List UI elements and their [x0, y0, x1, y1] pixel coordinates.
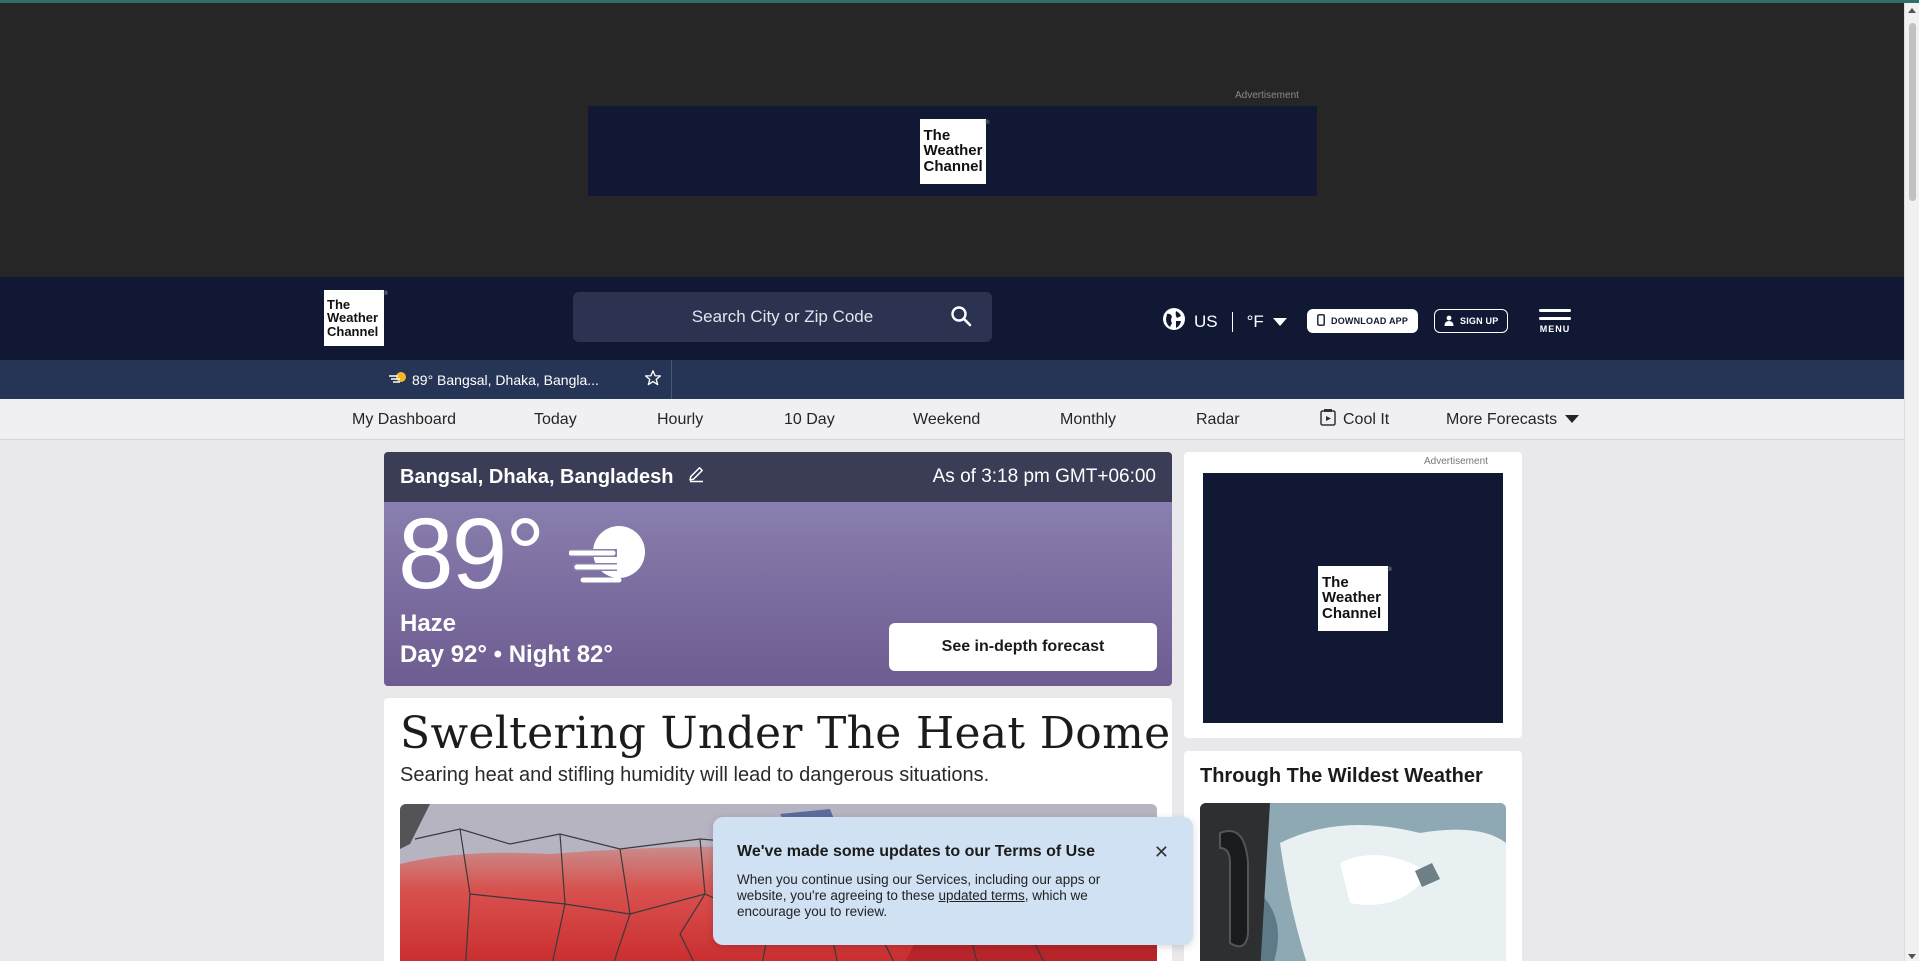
chevron-down-icon — [1272, 312, 1288, 332]
ad-label: Advertisement — [1235, 90, 1299, 101]
toast-title: We've made some updates to our Terms of … — [737, 843, 1095, 860]
edit-icon[interactable] — [687, 465, 705, 489]
download-app-button[interactable]: DOWNLOAD APP — [1307, 309, 1419, 333]
divider — [1231, 311, 1233, 332]
search-input[interactable] — [642, 307, 923, 327]
nav-my-dashboard[interactable]: My Dashboard — [352, 399, 456, 440]
as-of-timestamp: As of 3:18 pm GMT+06:00 — [932, 466, 1156, 487]
nav-today[interactable]: Today — [534, 399, 577, 440]
nav-weekend[interactable]: Weekend — [913, 399, 980, 440]
region-label: US — [1194, 311, 1218, 331]
cool-it-icon — [1320, 408, 1336, 431]
updated-terms-link[interactable]: updated terms — [938, 888, 1024, 903]
globe-icon — [1162, 307, 1186, 336]
recent-locations-bar: 89° Bangsal, Dhaka, Bangla... — [0, 360, 1904, 399]
nav-radar[interactable]: Radar — [1196, 399, 1240, 440]
site-header: The Weather Channel ® US °F DOWNLOAD APP… — [0, 277, 1904, 360]
chevron-down-icon — [1564, 411, 1580, 429]
day-night-temps: Day 92° • Night 82° — [400, 641, 613, 668]
scroll-thumb[interactable] — [1909, 23, 1916, 201]
divider — [671, 360, 672, 399]
terms-update-toast: We've made some updates to our Terms of … — [713, 817, 1193, 945]
current-temperature: 89° — [398, 498, 545, 610]
menu-button[interactable]: MENU — [1539, 309, 1571, 334]
haze-sun-icon — [388, 370, 408, 389]
top-ad-banner[interactable]: The Weather Channel ® — [588, 106, 1317, 196]
forecast-nav: My Dashboard Today Hourly 10 Day Weekend… — [0, 399, 1904, 440]
page-scrollbar[interactable] — [1904, 3, 1919, 961]
unit-label: °F — [1246, 311, 1264, 331]
scroll-down-arrow[interactable] — [1908, 954, 1916, 959]
top-ad-band: Advertisement The Weather Channel ® — [0, 3, 1904, 277]
user-icon — [1444, 315, 1454, 328]
nav-hourly[interactable]: Hourly — [657, 399, 703, 440]
story-subtitle: Searing heat and stifling humidity will … — [400, 764, 990, 786]
current-conditions-body: 89° Haze Day 92° • Night 82° See in-dept… — [384, 502, 1172, 686]
current-conditions-header: Bangsal, Dhaka, Bangladesh As of 3:18 pm… — [384, 452, 1172, 502]
search-box[interactable] — [573, 292, 992, 342]
video-card[interactable]: Through The Wildest Weather — [1184, 751, 1522, 961]
close-icon[interactable]: ✕ — [1154, 843, 1169, 861]
haze-sun-icon — [568, 525, 651, 594]
ad-label: Advertisement — [1424, 456, 1488, 467]
video-title[interactable]: Through The Wildest Weather — [1200, 765, 1483, 788]
twc-ad-logo: The Weather Channel ® — [919, 118, 990, 184]
nav-monthly[interactable]: Monthly — [1060, 399, 1116, 440]
story-title[interactable]: Sweltering Under The Heat Dome — [400, 708, 1170, 759]
star-icon[interactable] — [644, 369, 662, 392]
current-conditions-card: Bangsal, Dhaka, Bangladesh As of 3:18 pm… — [384, 452, 1172, 686]
toast-body: When you continue using our Services, in… — [737, 872, 1101, 919]
site-logo[interactable]: The Weather Channel ® — [324, 290, 388, 346]
recent-location-item[interactable]: 89° Bangsal, Dhaka, Bangla... — [388, 360, 599, 399]
nav-more-forecasts[interactable]: More Forecasts — [1446, 399, 1580, 440]
nav-cool-it[interactable]: Cool It — [1320, 399, 1389, 440]
weather-phrase: Haze — [400, 610, 457, 637]
locale-selector[interactable]: US °F — [1162, 307, 1288, 336]
search-icon[interactable] — [950, 305, 972, 332]
video-thumbnail[interactable] — [1200, 803, 1506, 961]
scroll-up-arrow[interactable] — [1908, 8, 1916, 13]
side-ad-banner[interactable]: The Weather Channel ® — [1203, 473, 1503, 723]
phone-icon — [1317, 314, 1325, 328]
nav-10-day[interactable]: 10 Day — [784, 399, 835, 440]
location-name: Bangsal, Dhaka, Bangladesh — [400, 465, 674, 488]
twc-ad-logo: The Weather Channel ® — [1318, 565, 1392, 631]
sign-up-button[interactable]: SIGN UP — [1434, 309, 1509, 333]
in-depth-forecast-button[interactable]: See in-depth forecast — [889, 623, 1157, 671]
